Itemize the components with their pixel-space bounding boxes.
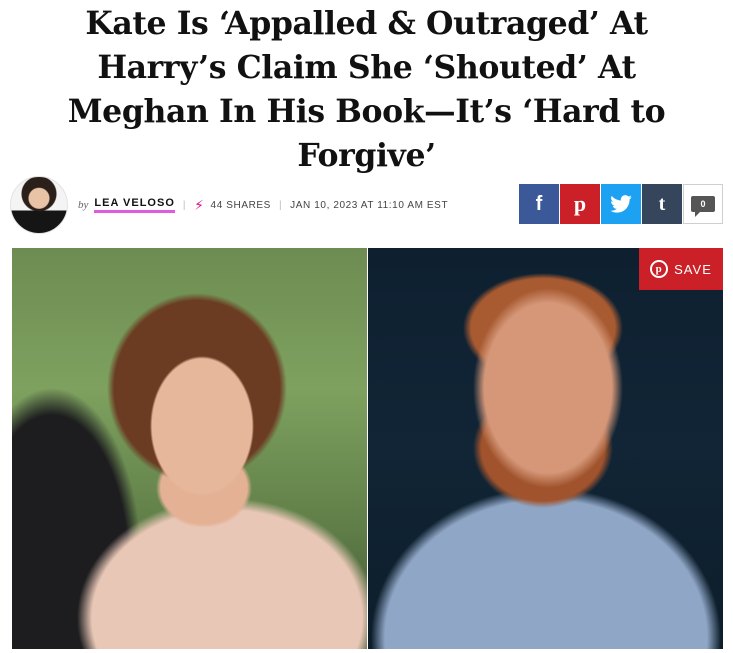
pinterest-share-button[interactable]: p — [560, 184, 600, 224]
tumblr-share-button[interactable]: t — [642, 184, 682, 224]
byline: by LEA VELOSO | ⚡ 44 SHARES | JAN 10, 20… — [10, 176, 723, 234]
article-headline: Kate Is ‘Appalled & Outraged’ At Harry’s… — [67, 5, 666, 174]
author-link[interactable]: LEA VELOSO — [94, 197, 175, 213]
meta-divider: | — [278, 199, 283, 211]
publish-date: JAN 10, 2023 AT 11:10 AM EST — [290, 199, 449, 211]
article-meta: by LEA VELOSO | ⚡ 44 SHARES | JAN 10, 20… — [78, 196, 448, 214]
save-label: SAVE — [674, 261, 712, 277]
harry-photo — [368, 248, 723, 649]
meta-divider: | — [182, 199, 187, 211]
by-label: by — [78, 199, 89, 211]
share-count: 44 SHARES — [210, 199, 271, 211]
comments-button[interactable]: 0 — [683, 184, 723, 224]
facebook-icon: f — [535, 192, 543, 215]
hero-image[interactable]: p SAVE — [12, 248, 723, 649]
twitter-bird-icon — [610, 195, 632, 213]
pinterest-icon: p — [573, 191, 587, 216]
pinterest-icon: p — [650, 260, 669, 278]
twitter-share-button[interactable] — [601, 184, 641, 224]
facebook-share-button[interactable]: f — [519, 184, 559, 224]
tumblr-icon: t — [658, 192, 666, 215]
social-share-bar: f p t 0 — [519, 184, 723, 224]
comment-bubble-icon: 0 — [691, 196, 715, 217]
author-avatar[interactable] — [10, 176, 68, 234]
bolt-icon: ⚡ — [194, 196, 205, 213]
comment-count: 0 — [700, 199, 706, 209]
pinterest-save-button[interactable]: p SAVE — [639, 248, 723, 290]
kate-photo — [12, 248, 367, 649]
